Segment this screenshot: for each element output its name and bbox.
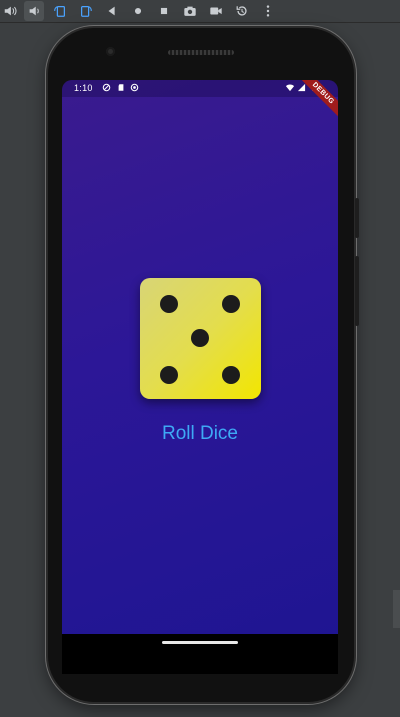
volume-rocker[interactable] (355, 256, 359, 326)
more-icon[interactable] (258, 1, 278, 21)
camera-icon[interactable] (180, 1, 200, 21)
front-camera-icon (106, 47, 115, 56)
signal-icon (297, 83, 306, 93)
rotate-left-icon[interactable] (50, 1, 70, 21)
home-gesture-handle[interactable] (162, 641, 238, 644)
notification-icons (102, 83, 139, 93)
emulator-toolbar (0, 0, 400, 23)
app-screen: 1:10 DEBUG Roll Dice (62, 80, 338, 634)
status-time: 1:10 (74, 83, 93, 93)
dice-pip (191, 329, 209, 347)
dice-pip (222, 366, 240, 384)
roll-dice-button[interactable]: Roll Dice (62, 423, 338, 445)
wifi-icon (285, 83, 295, 93)
earpiece-speaker (168, 50, 234, 55)
rotate-right-icon[interactable] (76, 1, 96, 21)
home-icon[interactable] (128, 1, 148, 21)
dice-face-button[interactable] (140, 278, 261, 399)
volume-down-icon[interactable] (24, 1, 44, 21)
status-bar: 1:10 (62, 80, 338, 97)
dice-pip (160, 366, 178, 384)
screenrecord-icon[interactable] (206, 1, 226, 21)
overview-icon[interactable] (154, 1, 174, 21)
volume-up-icon[interactable] (0, 1, 20, 21)
dice-pip (222, 295, 240, 313)
sd-card-icon (116, 83, 125, 93)
device-frame: 1:10 DEBUG Roll Dice (48, 28, 359, 702)
emulator-scrollbar[interactable] (393, 590, 400, 628)
dice-pip (160, 295, 178, 313)
snapshot-icon[interactable] (232, 1, 252, 21)
power-key[interactable] (355, 198, 359, 238)
sync-icon (130, 83, 139, 93)
back-icon[interactable] (102, 1, 122, 21)
gesture-nav-bar (62, 634, 338, 674)
shield-icon (102, 83, 111, 93)
